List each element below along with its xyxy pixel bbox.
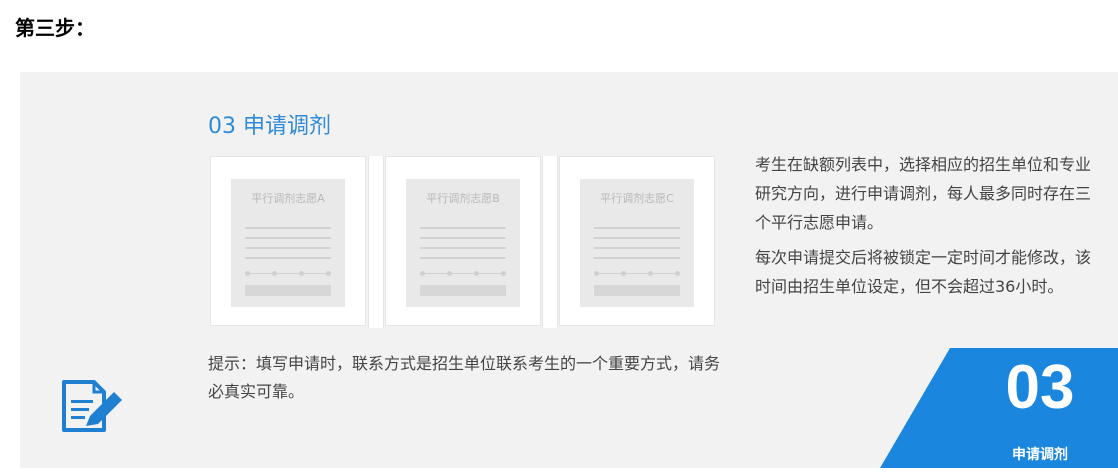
button-shape (420, 285, 506, 296)
volunteer-card-c: 平行调剂志愿C (559, 156, 715, 326)
description: 考生在缺额列表中，选择相应的招生单位和专业研究方向，进行申请调剂，每人最多同时存… (755, 150, 1100, 307)
step-badge: 03 申请调剂 (880, 348, 1118, 468)
volunteer-card-b: 平行调剂志愿B (385, 156, 541, 326)
badge-number: 03 (1005, 353, 1075, 422)
button-shape (245, 285, 331, 296)
document-sheet: 平行调剂志愿B (406, 179, 520, 307)
volunteer-card-a: 平行调剂志愿A (210, 156, 366, 326)
badge-label: 申请调剂 (1012, 447, 1068, 463)
text-line (245, 227, 331, 229)
text-line (594, 227, 680, 229)
card-label: 平行调剂志愿A (251, 192, 325, 205)
binder-strip (542, 156, 558, 328)
button-shape (594, 285, 680, 296)
document-sheet: 平行调剂志愿A (231, 179, 345, 307)
binder-strip (368, 156, 384, 328)
text-line (594, 237, 680, 239)
text-line (594, 257, 680, 259)
hint-text: 提示：填写申请时，联系方式是招生单位联系考生的一个重要方式，请务必真实可靠。 (208, 354, 721, 401)
text-line (420, 227, 506, 229)
section-title: 03 申请调剂 (208, 114, 331, 139)
dotted-line (245, 271, 331, 276)
step-title: 第三步： (15, 16, 95, 40)
text-line (420, 247, 506, 249)
text-line (420, 257, 506, 259)
edit-document-icon (60, 378, 126, 434)
text-line (245, 257, 331, 259)
content-panel: 03 申请调剂 平行调剂志愿A 平行调剂志愿B 平行调剂志愿C 提示：填写申请时… (20, 72, 1118, 468)
document-sheet: 平行调剂志愿C (580, 179, 694, 307)
text-line (420, 237, 506, 239)
text-line (245, 237, 331, 239)
text-line (245, 247, 331, 249)
description-paragraph: 每次申请提交后将被锁定一定时间才能修改，该时间由招生单位设定，但不会超过36小时… (755, 248, 1092, 296)
dotted-line (420, 271, 506, 276)
text-line (594, 247, 680, 249)
card-label: 平行调剂志愿C (600, 192, 674, 205)
description-paragraph: 考生在缺额列表中，选择相应的招生单位和专业研究方向，进行申请调剂，每人最多同时存… (755, 155, 1092, 232)
dotted-line (594, 271, 680, 276)
card-label: 平行调剂志愿B (426, 192, 500, 205)
